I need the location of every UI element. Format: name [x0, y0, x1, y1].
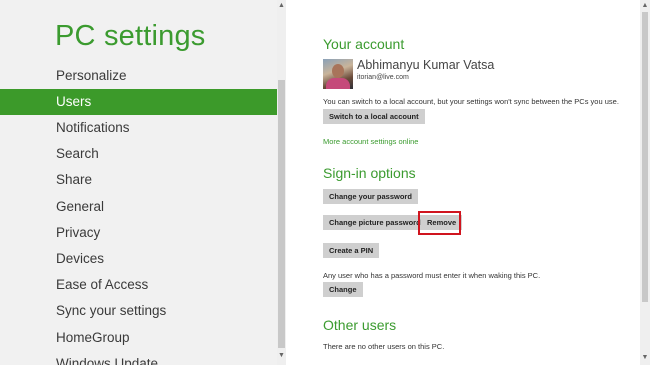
account-description: You can switch to a local account, but y…	[323, 97, 619, 106]
navigation-pane: PC settings Personalize Users Notificati…	[0, 0, 286, 365]
user-avatar	[323, 59, 353, 89]
remove-highlight-box	[418, 211, 461, 235]
user-name: Abhimanyu Kumar Vatsa	[357, 58, 495, 72]
nav-item-ease-of-access[interactable]: Ease of Access	[0, 272, 277, 298]
settings-content: Your account Abhimanyu Kumar Vatsa itori…	[286, 0, 640, 365]
wake-password-text: Any user who has a password must enter i…	[323, 271, 541, 280]
right-scrollbar-thumb[interactable]	[642, 12, 648, 302]
nav-item-windows-update[interactable]: Windows Update	[0, 351, 277, 365]
no-other-users-text: There are no other users on this PC.	[323, 342, 445, 351]
scroll-up-arrow-icon[interactable]: ▲	[640, 2, 650, 10]
nav-item-privacy[interactable]: Privacy	[0, 220, 277, 246]
nav-item-general[interactable]: General	[0, 194, 277, 220]
other-users-heading: Other users	[323, 317, 397, 333]
nav-item-homegroup[interactable]: HomeGroup	[0, 325, 277, 351]
create-pin-button[interactable]: Create a PIN	[323, 243, 380, 258]
nav-item-search[interactable]: Search	[0, 141, 277, 167]
nav-item-share[interactable]: Share	[0, 167, 277, 193]
page-title: PC settings	[55, 20, 206, 52]
sign-in-options-heading: Sign-in options	[323, 165, 416, 181]
scroll-down-arrow-icon[interactable]: ▼	[640, 353, 650, 362]
scroll-up-arrow-icon[interactable]: ▲	[277, 2, 286, 10]
left-scrollbar-thumb[interactable]	[278, 80, 285, 348]
your-account-heading: Your account	[323, 36, 405, 52]
more-account-settings-link[interactable]: More account settings online	[323, 137, 418, 146]
nav-item-personalize[interactable]: Personalize	[0, 63, 277, 89]
scroll-down-arrow-icon[interactable]: ▼	[277, 351, 286, 360]
nav-item-users[interactable]: Users	[0, 89, 277, 115]
user-email: itorian@live.com	[357, 74, 409, 81]
change-picture-password-button[interactable]: Change picture password	[323, 215, 427, 230]
switch-to-local-account-button[interactable]: Switch to a local account	[323, 109, 425, 124]
nav-item-sync-your-settings[interactable]: Sync your settings	[0, 298, 277, 324]
change-password-button[interactable]: Change your password	[323, 189, 418, 204]
nav-item-devices[interactable]: Devices	[0, 246, 277, 272]
change-wake-setting-button[interactable]: Change	[323, 282, 363, 297]
nav-item-notifications[interactable]: Notifications	[0, 115, 277, 141]
